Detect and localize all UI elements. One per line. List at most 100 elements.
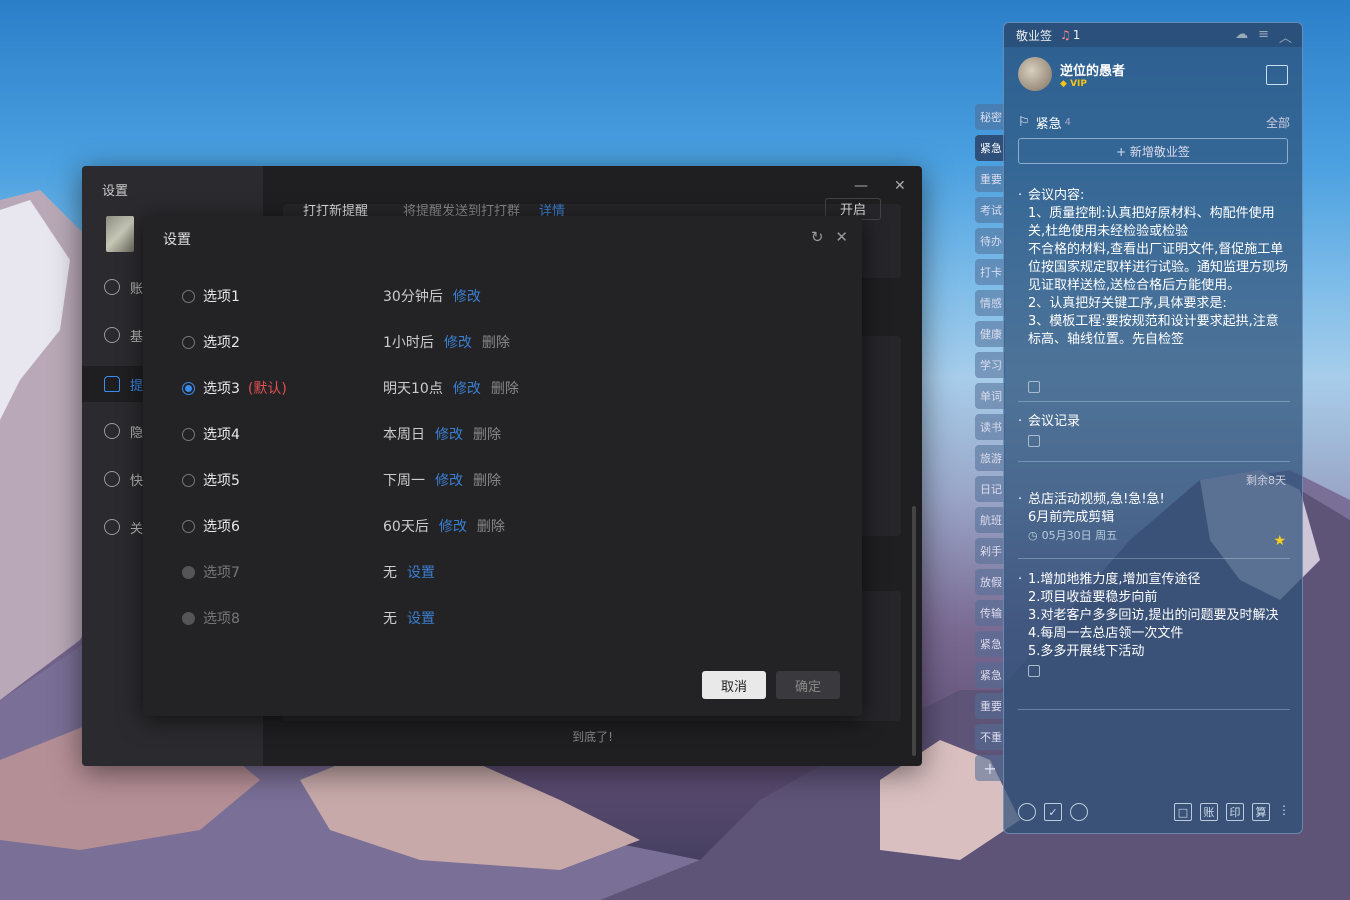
edit-link[interactable]: 修改 [453, 378, 481, 398]
option-row[interactable]: 选项5 [182, 470, 240, 490]
cloud-icon[interactable]: ☁ [1235, 27, 1248, 46]
bell-icon[interactable]: ♫ [1060, 28, 1071, 42]
tab-category[interactable]: 放假 [975, 569, 1005, 595]
tab-category[interactable]: 打卡 [975, 259, 1005, 285]
radio-button[interactable] [182, 427, 195, 441]
scrollbar[interactable] [912, 506, 916, 756]
footer-button[interactable]: 账 [1200, 803, 1218, 821]
refresh-icon[interactable]: ↻ [811, 228, 824, 246]
checklist-icon[interactable]: ✓ [1044, 803, 1062, 821]
option-value: 30分钟后 修改 [383, 286, 481, 306]
sidebar-item-reminder[interactable]: 提 [104, 369, 143, 399]
option-value: 本周日 修改 删除 [383, 424, 501, 444]
clock-icon: ◷ [1028, 529, 1038, 542]
option-value: 1小时后 修改 删除 [383, 332, 510, 352]
sidebar-item-shortcut[interactable]: 快 [104, 464, 143, 494]
star-icon[interactable]: ★ [1273, 533, 1286, 549]
square-icon[interactable]: □ [1174, 803, 1192, 821]
radio-button-selected[interactable] [182, 381, 195, 395]
tab-category-active[interactable]: 紧急 [975, 135, 1005, 161]
add-category-icon[interactable]: + [975, 755, 1005, 781]
option-row[interactable]: 选项6 [182, 516, 240, 536]
avatar[interactable] [106, 216, 134, 252]
edit-link[interactable]: 修改 [453, 286, 481, 306]
tab-category[interactable]: 单词 [975, 383, 1005, 409]
confirm-button[interactable]: 确定 [776, 671, 840, 699]
divider [1018, 461, 1290, 462]
delete-link[interactable]: 删除 [473, 424, 501, 444]
edit-link[interactable]: 修改 [435, 424, 463, 444]
radio-button[interactable] [182, 335, 195, 349]
set-link[interactable]: 设置 [407, 562, 435, 582]
divider [1018, 709, 1290, 710]
tab-category[interactable]: 剁手 [975, 538, 1005, 564]
option-row[interactable]: 选项1 [182, 286, 240, 306]
gear-icon [104, 327, 120, 343]
app-title: 敬业签 [1016, 28, 1053, 43]
tab-category[interactable]: 重要 [975, 693, 1005, 719]
tab-category[interactable]: 不重 [975, 724, 1005, 750]
tab-category[interactable]: 健康 [975, 321, 1005, 347]
note-text: 会议记录 [1028, 414, 1081, 429]
section-header: ⚐ 紧急 4 全部 [1018, 113, 1290, 132]
more-icon[interactable]: ⋮ [1278, 803, 1290, 821]
note-item[interactable]: · 会议记录 [1018, 413, 1290, 447]
dialog-icons: ↻ ✕ [811, 228, 848, 246]
option-row[interactable]: 选项2 [182, 332, 240, 352]
note-item[interactable]: · 1.增加地推力度,增加宣传途径 2.项目收益要稳步向前 3.对老客户多多回访… [1018, 571, 1290, 677]
clock-icon[interactable] [1018, 803, 1036, 821]
radio-button[interactable] [182, 519, 195, 533]
close-icon[interactable]: ✕ [835, 228, 848, 246]
note-item[interactable]: · 总店活动视频,急!急!急! 6月前完成剪辑 ◷ 05月30日 周五 [1018, 491, 1290, 545]
tab-category[interactable]: 学习 [975, 352, 1005, 378]
tab-category[interactable]: 重要 [975, 166, 1005, 192]
edit-link[interactable]: 修改 [444, 332, 472, 352]
option-value: 无设置 [383, 562, 435, 582]
tab-category[interactable]: 待办 [975, 228, 1005, 254]
delete-link[interactable]: 删除 [482, 332, 510, 352]
collapse-icon[interactable]: ︿ [1279, 27, 1292, 46]
filter-dropdown[interactable]: 全部 [1266, 114, 1290, 131]
avatar[interactable] [1018, 57, 1052, 91]
tab-category[interactable]: 读书 [975, 414, 1005, 440]
footer-button[interactable]: 印 [1226, 803, 1244, 821]
tab-category[interactable]: 航班 [975, 507, 1005, 533]
menu-icon[interactable]: ≡ [1258, 27, 1269, 46]
set-link[interactable]: 设置 [407, 608, 435, 628]
option-row[interactable]: 选项4 [182, 424, 240, 444]
radio-button[interactable] [182, 289, 195, 303]
settings-title: 设置 [102, 184, 129, 199]
option-value: 无设置 [383, 608, 435, 628]
tab-category[interactable]: 旅游 [975, 445, 1005, 471]
calendar-icon[interactable] [1266, 65, 1288, 85]
delete-link[interactable]: 删除 [491, 378, 519, 398]
tab-category[interactable]: 紧急 [975, 631, 1005, 657]
search-icon[interactable] [1070, 803, 1088, 821]
tab-category[interactable]: 日记 [975, 476, 1005, 502]
sidebar-item-basic[interactable]: 基 [104, 320, 143, 350]
delete-link[interactable]: 删除 [477, 516, 505, 536]
reminder-options-dialog: 设置 ↻ ✕ 选项1 30分钟后 修改 选项2 1小时后 修改 删除 选项3 (默认) … [143, 216, 862, 716]
tab-category[interactable]: 考试 [975, 197, 1005, 223]
radio-button[interactable] [182, 473, 195, 487]
end-text: 到底了! [572, 730, 613, 744]
tab-category[interactable]: 紧急 [975, 662, 1005, 688]
edit-link[interactable]: 修改 [439, 516, 467, 536]
note-item[interactable]: · 会议内容: 1、质量控制:认真把好原材料、构配件使用关,杜绝使用未经检验或检… [1018, 187, 1290, 372]
footer-button[interactable]: 算 [1252, 803, 1270, 821]
sidebar-item-about[interactable]: 关 [104, 512, 143, 542]
tab-category[interactable]: 传输 [975, 600, 1005, 626]
tab-category[interactable]: 秘密 [975, 104, 1005, 130]
edit-link[interactable]: 修改 [435, 470, 463, 490]
option-row[interactable]: 选项3 (默认) [182, 378, 287, 398]
user-info[interactable]: 逆位的愚者 ◆ VIP [1018, 57, 1125, 91]
header-controls: ☁ ≡ ︿ [1235, 27, 1292, 46]
tab-category[interactable]: 情感 [975, 290, 1005, 316]
add-note-button[interactable]: + 新增敬业签 [1018, 138, 1288, 164]
sidebar-item-privacy[interactable]: 隐 [104, 416, 143, 446]
sidebar-item-account[interactable]: 账 [104, 272, 143, 302]
delete-link[interactable]: 删除 [473, 470, 501, 490]
vip-badge: ◆ VIP [1060, 78, 1087, 89]
cancel-button[interactable]: 取消 [702, 671, 766, 699]
note-text: 会议内容: 1、质量控制:认真把好原材料、构配件使用关,杜绝使用未经检验或检验 … [1028, 188, 1289, 347]
